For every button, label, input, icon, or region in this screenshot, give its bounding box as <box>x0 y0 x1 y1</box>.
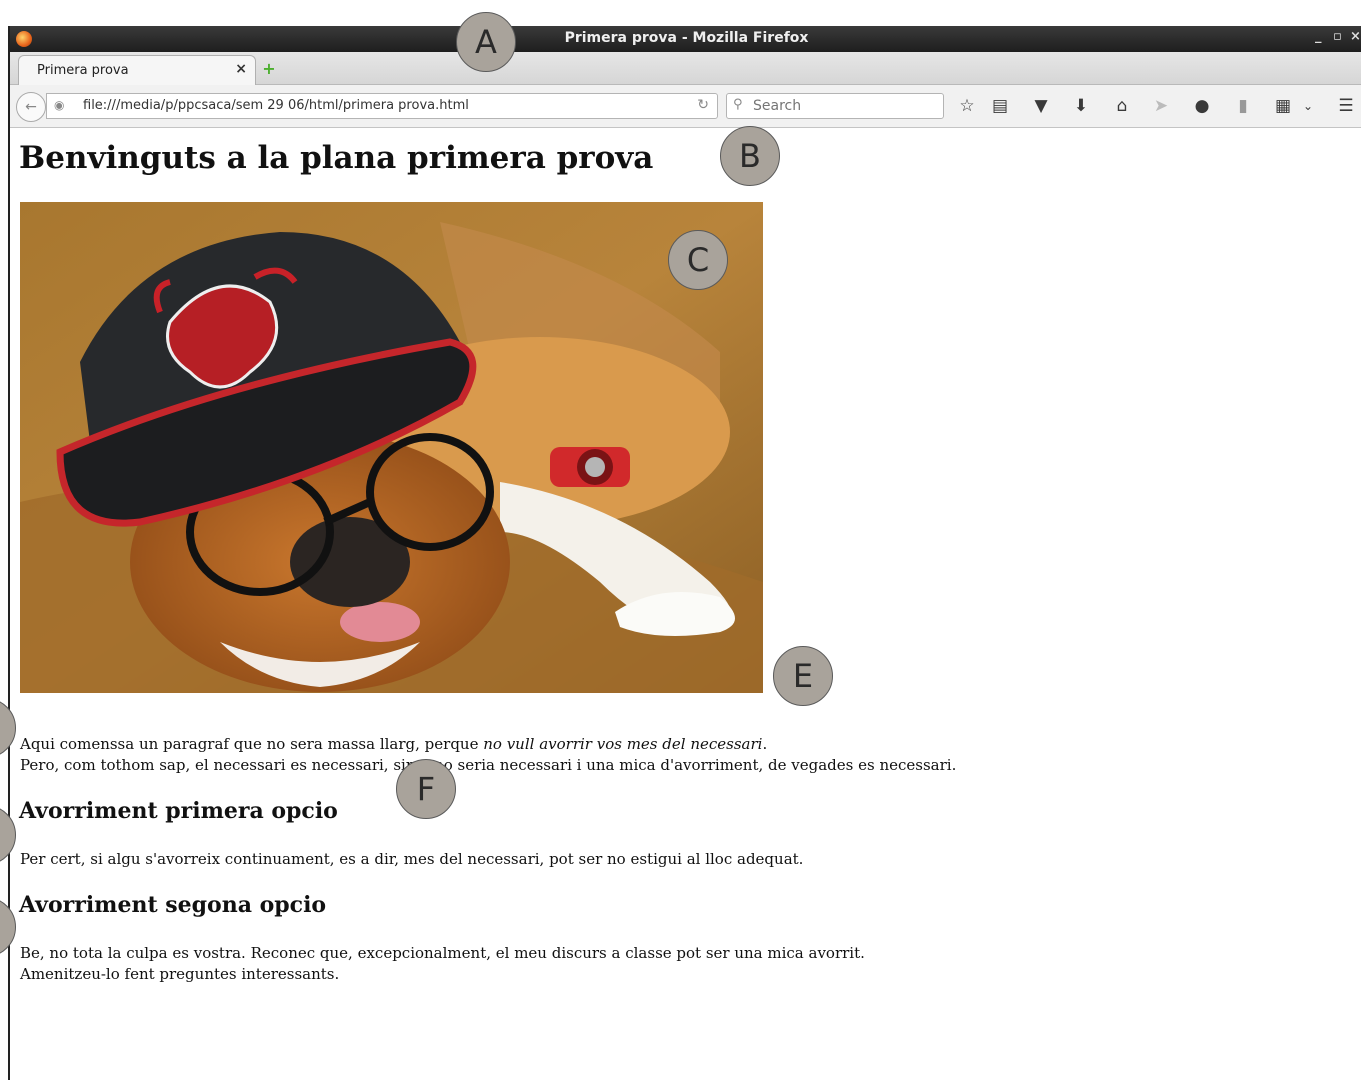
tab-close-icon[interactable]: × <box>235 61 247 77</box>
page-heading: Benvinguts a la plana primera prova <box>19 140 654 176</box>
tab-label: Primera prova <box>37 63 129 78</box>
section2-line1: Be, no tota la culpa es vostra. Reconec … <box>20 944 865 962</box>
navigation-bar: ← ◉ file:///media/p/ppcsaca/sem 29 06/ht… <box>10 85 1361 128</box>
home-icon[interactable]: ⌂ <box>1110 95 1134 117</box>
search-bar[interactable]: ⚲ <box>726 93 944 119</box>
tab-primera-prova[interactable]: Primera prova × <box>18 55 256 85</box>
annotation-badge-b: B <box>720 126 780 186</box>
back-arrow-icon: ← <box>25 99 37 115</box>
section1-heading: Avorriment primera opcio <box>19 798 338 824</box>
url-text: file:///media/p/ppcsaca/sem 29 06/html/p… <box>83 98 469 113</box>
search-icon: ⚲ <box>733 97 743 112</box>
maximize-button[interactable]: ▫ <box>1333 29 1342 44</box>
window-title: Primera prova - Mozilla Firefox <box>564 30 809 46</box>
new-tab-button[interactable]: + <box>260 60 278 78</box>
annotation-badge-c: C <box>668 230 728 290</box>
annotation-badge-e: E <box>773 646 833 706</box>
intro-emphasis: no vull avorrir vos mes del necessari <box>483 735 763 753</box>
reading-list-icon[interactable]: ▤ <box>988 95 1012 117</box>
url-bar[interactable]: ◉ file:///media/p/ppcsaca/sem 29 06/html… <box>46 93 718 119</box>
title-bar: Primera prova - Mozilla Firefox _ ▫ × <box>10 26 1361 52</box>
addon-icon[interactable]: ▮ <box>1231 95 1255 117</box>
annotation-badge-f: F <box>396 759 456 819</box>
pocket-icon[interactable]: ▼ <box>1029 95 1053 117</box>
intro-text: Aqui comenssa un paragraf que no sera ma… <box>20 735 484 753</box>
reload-icon[interactable]: ↻ <box>697 97 709 113</box>
section1-paragraph: Per cert, si algu s'avorreix continuamen… <box>20 850 804 868</box>
intro-second-line: Pero, com tothom sap, el necessari es ne… <box>20 756 957 774</box>
minimize-button[interactable]: _ <box>1315 29 1322 44</box>
browser-window: Primera prova - Mozilla Firefox _ ▫ × Pr… <box>8 26 1361 1080</box>
chat-icon[interactable]: ● <box>1190 95 1214 117</box>
tab-strip: Primera prova × + <box>10 52 1361 85</box>
site-identity-icon[interactable]: ◉ <box>54 98 64 112</box>
intro-text-end: . <box>762 735 768 753</box>
menu-icon[interactable]: ☰ <box>1334 95 1358 117</box>
section2-heading: Avorriment segona opcio <box>19 892 327 918</box>
close-window-button[interactable]: × <box>1350 29 1361 44</box>
sidebar-icon[interactable]: ▦ <box>1271 95 1295 117</box>
intro-paragraph: Aqui comenssa un paragraf que no sera ma… <box>20 734 956 776</box>
download-icon[interactable]: ⬇ <box>1069 95 1093 117</box>
send-icon[interactable]: ➤ <box>1149 95 1173 117</box>
bulldog-photo <box>20 202 763 693</box>
search-input[interactable] <box>751 97 935 115</box>
section2-line2: Amenitzeu-lo fent preguntes interessants… <box>20 965 340 983</box>
back-button[interactable]: ← <box>16 92 46 122</box>
section2-paragraph: Be, no tota la culpa es vostra. Reconec … <box>20 943 865 985</box>
bookmark-star-icon[interactable]: ☆ <box>955 95 979 117</box>
annotation-badge-a: A <box>456 12 516 72</box>
chevron-down-icon[interactable]: ⌄ <box>1296 95 1320 117</box>
